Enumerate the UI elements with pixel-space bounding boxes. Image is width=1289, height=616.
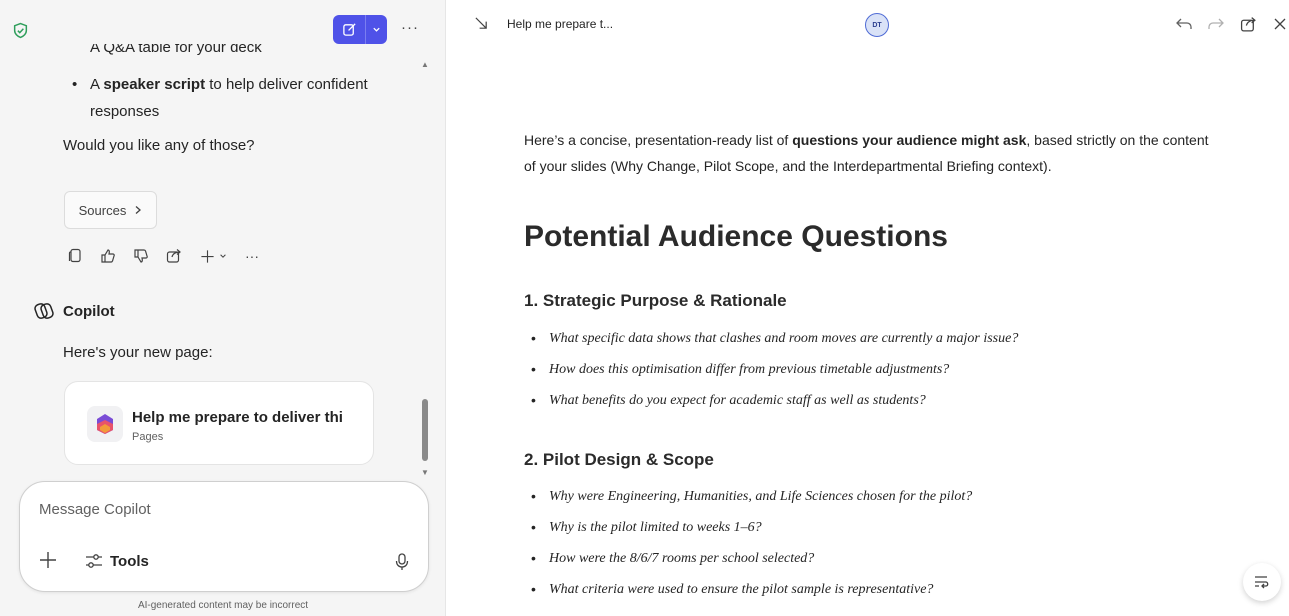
scroll-down-arrow[interactable]: ▼ <box>421 468 429 477</box>
question-list: What specific data shows that clashes an… <box>531 323 1018 416</box>
bold-text: speaker script <box>103 76 206 93</box>
new-chat-button-group <box>333 15 387 44</box>
list-item: How were the 8/6/7 rooms per school sele… <box>531 543 972 574</box>
copilot-icon <box>34 301 54 321</box>
share-button[interactable] <box>163 245 185 267</box>
copilot-page-button[interactable] <box>1243 563 1281 601</box>
page-card-title: Help me prepare to deliver thi <box>132 409 343 426</box>
shield-check-icon <box>12 22 29 39</box>
wrap-text-icon <box>1253 574 1271 590</box>
list-item: What criteria were used to ensure the pi… <box>531 574 972 605</box>
message-input-placeholder[interactable]: Message Copilot <box>39 501 151 518</box>
tools-button[interactable]: Tools <box>84 552 149 570</box>
scroll-up-arrow[interactable]: ▲ <box>421 60 429 69</box>
redo-icon <box>1207 17 1225 31</box>
message-composer[interactable]: Message Copilot Tools <box>19 481 429 592</box>
sources-button[interactable]: Sources <box>64 191 157 229</box>
followup-question: Would you like any of those? <box>63 137 255 154</box>
more-actions-button[interactable]: ··· <box>241 245 263 267</box>
bold-text: questions your audience might ask <box>792 132 1027 148</box>
new-chat-dropdown[interactable] <box>366 15 387 44</box>
list-item: What specific data shows that clashes an… <box>531 323 1018 354</box>
list-item: Why were Engineering, Humanities, and Li… <box>531 481 972 512</box>
more-options-button[interactable]: ··· <box>398 18 422 40</box>
copilot-name: Copilot <box>63 302 115 320</box>
section-heading: 2. Pilot Design & Scope <box>524 450 714 469</box>
compose-icon <box>342 22 357 37</box>
thumbs-up-icon <box>100 248 116 264</box>
list-item: Why is the pilot limited to weeks 1–6? <box>531 512 972 543</box>
chevron-down-icon <box>372 25 381 34</box>
copilot-sidebar: ··· A Q&A table for your deck • A speake… <box>0 0 446 616</box>
question-list: Why were Engineering, Humanities, and Li… <box>531 481 972 605</box>
copilot-header: Copilot <box>34 301 115 321</box>
plus-icon <box>200 249 215 264</box>
section-heading: 1. Strategic Purpose & Rationale <box>524 291 787 310</box>
pages-logo-icon <box>87 406 123 442</box>
sliders-icon <box>84 552 104 570</box>
list-item: How does this optimisation differ from p… <box>531 354 1018 385</box>
copy-button[interactable] <box>64 245 86 267</box>
thumbs-up-button[interactable] <box>97 245 119 267</box>
page-card[interactable]: Help me prepare to deliver thi Pages <box>64 381 374 465</box>
close-icon <box>1273 17 1287 31</box>
thumbs-down-icon <box>133 248 149 264</box>
share-icon <box>166 248 182 264</box>
cut-off-text: A Q&A table for your deck <box>90 44 262 56</box>
undo-button[interactable] <box>1174 14 1194 34</box>
list-item: What benefits do you expect for academic… <box>531 385 1018 416</box>
new-chat-button[interactable] <box>333 15 366 44</box>
sources-label: Sources <box>78 202 127 218</box>
page-heading: Potential Audience Questions <box>524 220 948 253</box>
list-item: • A speaker script to help deliver confi… <box>72 76 368 120</box>
message-actions: ··· <box>64 245 263 267</box>
new-page-message: Here's your new page: <box>63 344 213 361</box>
chat-history: A Q&A table for your deck • A speaker sc… <box>0 44 420 480</box>
collapse-arrow-icon[interactable] <box>474 16 489 31</box>
undo-icon <box>1175 17 1193 31</box>
page-card-subtitle: Pages <box>132 431 164 443</box>
page-title-tab[interactable]: Help me prepare t... <box>507 17 613 31</box>
scrollbar-thumb[interactable] <box>422 399 428 461</box>
close-button[interactable] <box>1270 14 1289 34</box>
copy-icon <box>68 248 82 264</box>
attach-plus-icon[interactable] <box>38 550 58 570</box>
redo-button[interactable] <box>1206 14 1226 34</box>
thumbs-down-button[interactable] <box>130 245 152 267</box>
add-to-button[interactable] <box>196 245 230 267</box>
microphone-icon[interactable] <box>394 552 410 572</box>
avatar[interactable]: DT <box>865 13 889 37</box>
share-page-button[interactable] <box>1238 14 1258 34</box>
page-editor: Help me prepare t... DT Here’s a concise… <box>447 0 1289 616</box>
share-icon <box>1240 16 1257 33</box>
chevron-down-icon <box>219 252 227 260</box>
page-toolbar <box>1174 14 1289 34</box>
intro-paragraph: Here’s a concise, presentation-ready lis… <box>524 132 1209 174</box>
tools-label: Tools <box>110 552 149 570</box>
ai-disclaimer: AI-generated content may be incorrect <box>137 600 309 611</box>
chevron-right-icon <box>134 205 142 215</box>
